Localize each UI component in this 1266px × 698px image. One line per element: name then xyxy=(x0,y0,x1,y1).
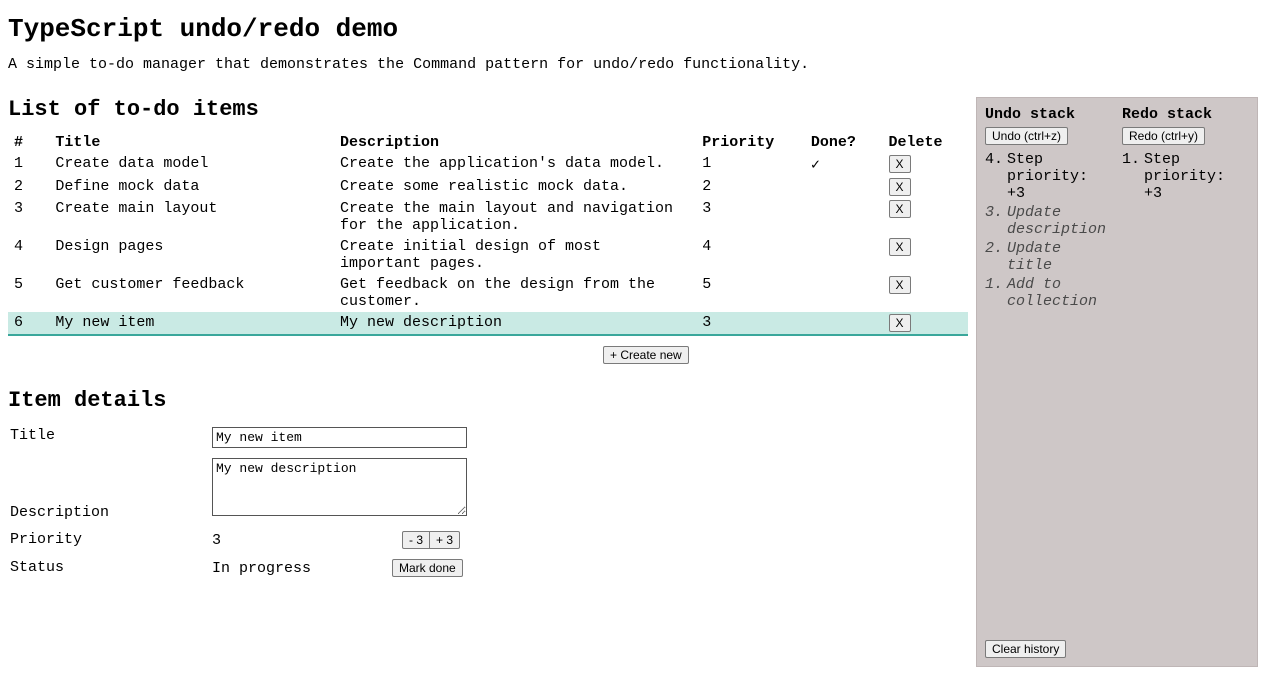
details-table: Title Description My new description Pri… xyxy=(8,423,477,585)
delete-button[interactable]: X xyxy=(889,200,911,218)
page-title: TypeScript undo/redo demo xyxy=(8,14,1258,44)
cell-done xyxy=(805,312,883,335)
cell-desc: Get feedback on the design from the cust… xyxy=(334,274,696,312)
cell-desc: My new description xyxy=(334,312,696,335)
cell-desc: Create initial design of most important … xyxy=(334,236,696,274)
undo-stack: Undo stack Undo (ctrl+z) 4.Step priority… xyxy=(985,106,1112,312)
stack-item-text: Step priority: +3 xyxy=(1144,151,1249,202)
cell-done xyxy=(805,176,883,198)
undo-button[interactable]: Undo (ctrl+z) xyxy=(985,127,1068,145)
cell-desc: Create the application's data model. xyxy=(334,153,696,176)
col-delete: Delete xyxy=(883,132,968,153)
cell-num: 1 xyxy=(8,153,49,176)
delete-button[interactable]: X xyxy=(889,276,911,294)
cell-title: Create data model xyxy=(49,153,334,176)
col-done: Done? xyxy=(805,132,883,153)
cell-priority: 4 xyxy=(696,236,805,274)
checkmark-icon: ✓ xyxy=(811,157,820,174)
cell-done xyxy=(805,198,883,236)
stack-item-num: 2. xyxy=(985,240,1007,257)
redo-heading: Redo stack xyxy=(1122,106,1249,123)
undo-item: 4.Step priority: +3 xyxy=(985,151,1112,202)
cell-priority: 3 xyxy=(696,198,805,236)
delete-button[interactable]: X xyxy=(889,238,911,256)
cell-priority: 5 xyxy=(696,274,805,312)
priority-up-button[interactable]: + 3 xyxy=(430,531,460,549)
cell-num: 4 xyxy=(8,236,49,274)
undo-item: 2.Update title xyxy=(985,240,1112,274)
cell-done xyxy=(805,274,883,312)
table-row[interactable]: 2Define mock dataCreate some realistic m… xyxy=(8,176,968,198)
label-priority: Priority xyxy=(10,529,210,555)
stack-item-text: Step priority: +3 xyxy=(1007,151,1112,202)
delete-button[interactable]: X xyxy=(889,155,911,173)
description-input[interactable]: My new description xyxy=(212,458,467,516)
cell-priority: 2 xyxy=(696,176,805,198)
label-status: Status xyxy=(10,557,210,583)
table-row[interactable]: 4Design pagesCreate initial design of mo… xyxy=(8,236,968,274)
stack-item-num: 1. xyxy=(985,276,1007,293)
cell-title: My new item xyxy=(49,312,334,335)
cell-delete: X xyxy=(883,312,968,335)
redo-stack: Redo stack Redo (ctrl+y) 1.Step priority… xyxy=(1122,106,1249,312)
cell-title: Get customer feedback xyxy=(49,274,334,312)
cell-done: ✓ xyxy=(805,153,883,176)
cell-title: Design pages xyxy=(49,236,334,274)
col-num: # xyxy=(8,132,49,153)
undo-item: 1.Add to collection xyxy=(985,276,1112,310)
cell-done xyxy=(805,236,883,274)
cell-num: 5 xyxy=(8,274,49,312)
redo-item: 1.Step priority: +3 xyxy=(1122,151,1249,202)
cell-title: Create main layout xyxy=(49,198,334,236)
page-subtitle: A simple to-do manager that demonstrates… xyxy=(8,56,1258,73)
priority-value: 3 xyxy=(212,532,402,549)
table-row[interactable]: 6My new itemMy new description3 X xyxy=(8,312,968,335)
cell-delete: X xyxy=(883,236,968,274)
stack-item-num: 4. xyxy=(985,151,1007,168)
mark-done-button[interactable]: Mark done xyxy=(392,559,463,577)
title-input[interactable] xyxy=(212,427,467,448)
stack-item-text: Update title xyxy=(1007,240,1112,274)
table-row[interactable]: 3Create main layoutCreate the main layou… xyxy=(8,198,968,236)
cell-desc: Create the main layout and navigation fo… xyxy=(334,198,696,236)
history-sidebar: Undo stack Undo (ctrl+z) 4.Step priority… xyxy=(976,97,1258,667)
cell-delete: X xyxy=(883,176,968,198)
cell-desc: Create some realistic mock data. xyxy=(334,176,696,198)
undo-item: 3.Update description xyxy=(985,204,1112,238)
undo-heading: Undo stack xyxy=(985,106,1112,123)
cell-num: 3 xyxy=(8,198,49,236)
cell-title: Define mock data xyxy=(49,176,334,198)
stack-item-num: 1. xyxy=(1122,151,1144,168)
cell-priority: 1 xyxy=(696,153,805,176)
cell-num: 2 xyxy=(8,176,49,198)
stack-item-num: 3. xyxy=(985,204,1007,221)
delete-button[interactable]: X xyxy=(889,178,911,196)
cell-priority: 3 xyxy=(696,312,805,335)
todo-table: # Title Description Priority Done? Delet… xyxy=(8,132,968,336)
stack-item-text: Update description xyxy=(1007,204,1112,238)
table-header-row: # Title Description Priority Done? Delet… xyxy=(8,132,968,153)
clear-history-button[interactable]: Clear history xyxy=(985,640,1066,658)
cell-delete: X xyxy=(883,198,968,236)
priority-down-button[interactable]: - 3 xyxy=(402,531,430,549)
create-new-button[interactable]: + Create new xyxy=(603,346,689,364)
label-description: Description xyxy=(10,456,210,527)
details-heading: Item details xyxy=(8,388,968,413)
list-heading: List of to-do items xyxy=(8,97,968,122)
cell-num: 6 xyxy=(8,312,49,335)
stack-item-text: Add to collection xyxy=(1007,276,1112,310)
status-value: In progress xyxy=(212,560,392,577)
col-title: Title xyxy=(49,132,334,153)
table-row[interactable]: 5Get customer feedbackGet feedback on th… xyxy=(8,274,968,312)
col-desc: Description xyxy=(334,132,696,153)
col-priority: Priority xyxy=(696,132,805,153)
redo-button[interactable]: Redo (ctrl+y) xyxy=(1122,127,1205,145)
label-title: Title xyxy=(10,425,210,454)
cell-delete: X xyxy=(883,153,968,176)
cell-delete: X xyxy=(883,274,968,312)
table-row[interactable]: 1Create data modelCreate the application… xyxy=(8,153,968,176)
delete-button[interactable]: X xyxy=(889,314,911,332)
